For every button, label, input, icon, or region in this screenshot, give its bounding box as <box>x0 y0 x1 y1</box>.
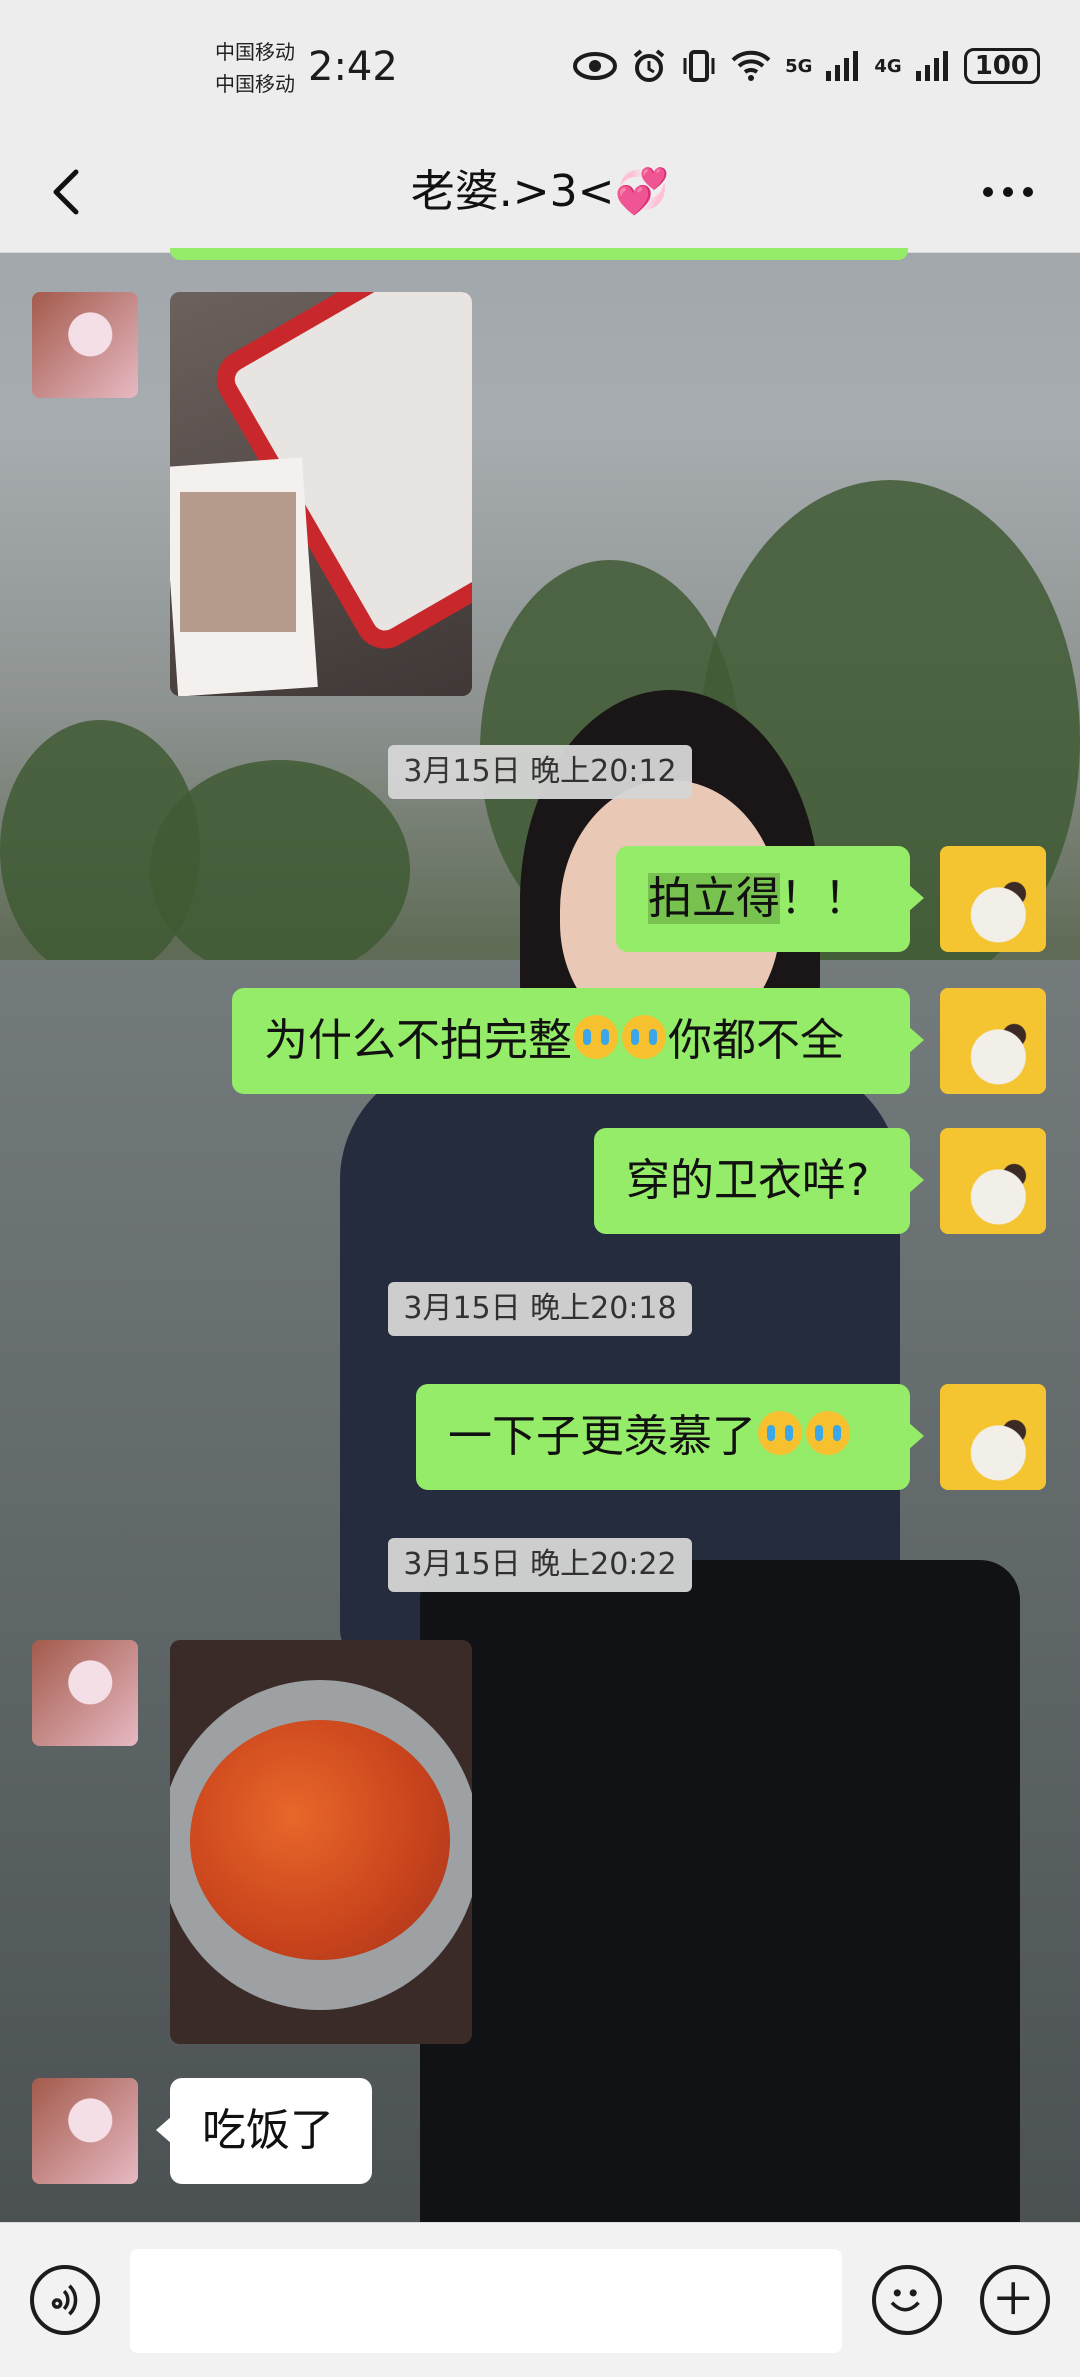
chat-title: 老婆.>3<💞 <box>410 166 670 217</box>
network-5g-label: 5G <box>785 55 813 77</box>
carrier-labels: 中国移动 中国移动 <box>215 36 295 100</box>
avatar-her[interactable] <box>32 292 138 398</box>
message-text: ！！ <box>780 873 868 924</box>
battery-indicator: 100 <box>963 48 1040 84</box>
signal-icon <box>826 51 859 81</box>
highlighted-text: 拍立得 <box>648 873 780 924</box>
status-bar: 中国移动 中国移动 2:42 5G 4G 100 <box>0 0 1080 132</box>
wifi-icon <box>731 50 771 81</box>
timestamp: 3月15日 晚上20:12 <box>388 745 692 799</box>
message-text: 一下子更羡慕了 <box>448 1411 756 1462</box>
timestamp: 3月15日 晚上20:22 <box>388 1538 692 1592</box>
message-bubble-theirs[interactable]: 吃饭了 <box>156 2078 372 2184</box>
back-arrow-icon[interactable] <box>38 162 98 222</box>
timestamp: 3月15日 晚上20:18 <box>388 1282 692 1336</box>
chat-header: 老婆.>3<💞 <box>0 132 1080 253</box>
crying-emoji-icon <box>806 1411 850 1455</box>
avatar-me[interactable] <box>940 1384 1046 1490</box>
message-bubble-mine[interactable]: 拍立得！！ <box>616 846 924 952</box>
avatar-me[interactable] <box>940 846 1046 952</box>
avatar-her[interactable] <box>32 1640 138 1746</box>
crying-emoji-icon <box>758 1411 802 1455</box>
image-message[interactable] <box>170 292 472 696</box>
vibrate-icon <box>683 50 715 82</box>
add-icon[interactable] <box>980 2265 1050 2335</box>
message-input[interactable] <box>130 2249 842 2353</box>
alarm-icon <box>633 49 665 82</box>
avatar-me[interactable] <box>940 988 1046 1094</box>
message-bubble-mine[interactable]: 一下子更羡慕了 <box>416 1384 924 1490</box>
emoji-icon[interactable] <box>872 2265 942 2335</box>
input-bar <box>0 2222 1080 2377</box>
status-icons: 5G 4G 100 <box>573 48 1040 84</box>
message-bubble-mine[interactable]: 穿的卫衣咩? <box>594 1128 924 1234</box>
voice-icon[interactable] <box>30 2265 100 2335</box>
avatar-me[interactable] <box>940 1128 1046 1234</box>
message-text-tail: 你都不全 <box>668 1015 844 1066</box>
message-bubble-mine[interactable]: 为什么不拍完整 你都不全 <box>232 988 924 1094</box>
signal-icon-2 <box>915 51 948 81</box>
image-message[interactable] <box>170 1640 472 2044</box>
avatar-her[interactable] <box>32 2078 138 2184</box>
more-icon[interactable] <box>978 162 1038 222</box>
eye-icon <box>573 52 618 80</box>
crying-emoji-icon <box>622 1015 666 1059</box>
message-text: 为什么不拍完整 <box>264 1015 572 1066</box>
carrier-2: 中国移动 <box>215 72 295 96</box>
previous-message-edge <box>170 248 908 260</box>
clock: 2:42 <box>308 44 398 90</box>
crying-emoji-icon <box>574 1015 618 1059</box>
carrier-1: 中国移动 <box>215 40 295 64</box>
network-4g-label: 4G <box>874 55 902 77</box>
